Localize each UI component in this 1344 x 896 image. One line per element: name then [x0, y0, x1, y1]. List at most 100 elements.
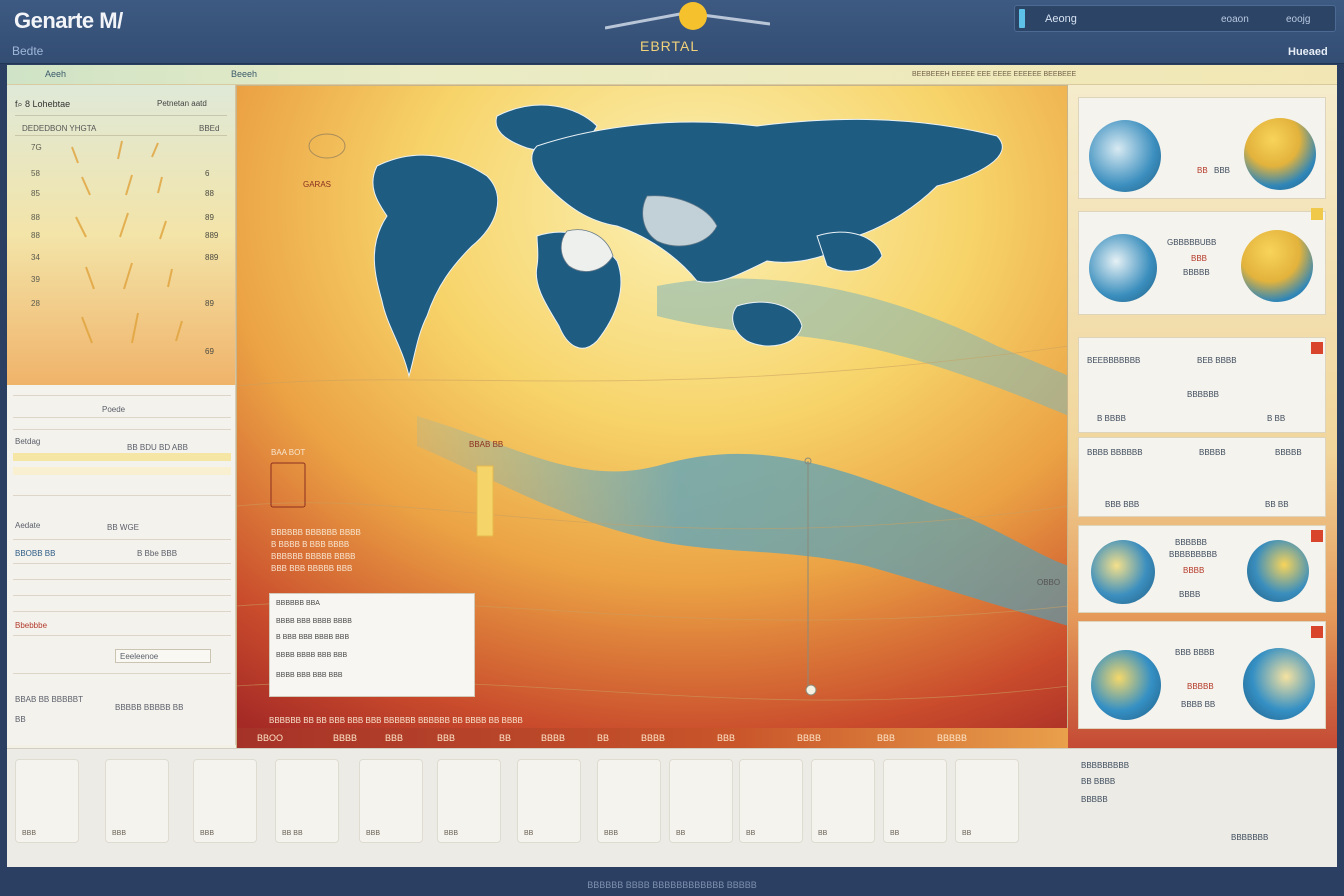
map-label-mid-center: BBAB BB: [469, 440, 504, 449]
mapbar-item[interactable]: BBBBB: [937, 733, 967, 743]
divider: [15, 115, 227, 116]
mapbar-item[interactable]: BBBB: [333, 733, 357, 743]
mapbar-item[interactable]: BBB: [437, 733, 455, 743]
search-label: Eeeleenoe: [120, 652, 159, 661]
thumbnail-label: BBB: [444, 830, 459, 837]
table-row-num: 88: [31, 213, 40, 222]
highlight-row[interactable]: [13, 453, 231, 461]
thumbnail-map[interactable]: BB: [883, 759, 947, 843]
globe-card[interactable]: GBBBBBUBB BBB BBBBB: [1078, 208, 1326, 315]
account-name[interactable]: Aeong: [1045, 13, 1077, 25]
left-controls: Poede Betdag BB BDU BD ABB Aedate BB WGE…: [7, 385, 236, 745]
globe-icon: [1244, 118, 1316, 190]
mapbar-item[interactable]: BBBB: [797, 733, 821, 743]
card-label: BEB BBBB: [1197, 356, 1237, 365]
card-label: BBB BBBB: [1175, 648, 1215, 657]
stats-card[interactable]: BBBB BBBBBB BBBBB BBBBB BBB BBB BB BB: [1078, 437, 1326, 517]
divider: [13, 611, 231, 612]
tab-bar: Aeeh Beeeh BEEBEEEH EEEEE EEE EEEE EEEEE…: [7, 65, 1337, 85]
thumbnail-map[interactable]: BB: [739, 759, 803, 843]
map-stats-row: BBBBBB BBBBB BBBB: [271, 552, 356, 561]
globe-card[interactable]: BBB BBBB BBBBB BBBB BB: [1078, 621, 1326, 729]
tab-links[interactable]: BEEBEEEH EEEEE EEE EEEE EEEEEE BEEBEEE: [912, 71, 1076, 78]
globe-icon: [1089, 234, 1157, 302]
divider: [13, 495, 231, 496]
mapbar-item[interactable]: BBOO: [257, 733, 283, 743]
footer-num: BB: [15, 715, 26, 724]
globe-icon: [1091, 540, 1155, 604]
stats-card[interactable]: BEEBBBBBBB BEB BBBB B BBBB BBBBBB B BB: [1078, 337, 1326, 433]
table-row-num: 88: [31, 231, 40, 240]
globe-icon: [1243, 648, 1315, 720]
mapbar-item[interactable]: BBBB: [541, 733, 565, 743]
card-label: B BB: [1267, 414, 1286, 423]
card-label: BBBB BB: [1181, 700, 1216, 709]
thumbnail-map[interactable]: BB: [669, 759, 733, 843]
center-title: EBRTAL: [640, 38, 700, 54]
globe-icon: [1241, 230, 1313, 302]
thumbnail-map[interactable]: BBB: [105, 759, 169, 843]
card-label: BBB BBB: [1105, 500, 1140, 509]
map-label-right: OBBO: [1037, 578, 1061, 587]
thumbnail-map[interactable]: BBB: [597, 759, 661, 843]
row-header-left: DEDEDBON YHGTA: [22, 124, 97, 133]
account-link-1[interactable]: eoaon: [1221, 14, 1249, 25]
thumbnail-map[interactable]: BB: [955, 759, 1019, 843]
map-stats-row: BBB BBB BBBBB BBB: [271, 564, 353, 573]
thumbnail-map[interactable]: BB: [517, 759, 581, 843]
tab-1[interactable]: Aeeh: [45, 69, 66, 79]
app-subtitle[interactable]: Bedte: [12, 44, 43, 58]
thumbnail-map[interactable]: BB: [811, 759, 875, 843]
card-label: BBBBB: [1187, 682, 1214, 691]
corner-label[interactable]: Hueaed: [1288, 46, 1328, 58]
card-label: BBB: [1214, 166, 1231, 175]
world-map[interactable]: GARAS BAA BOT BBAB BB BBBBBB BBBBBB BBBB…: [236, 85, 1068, 748]
footer-right: BBBBB BBBBB BB: [115, 703, 184, 712]
divider: [15, 135, 227, 136]
thumbnail-label: BB: [676, 830, 686, 837]
account-link-2[interactable]: eoojg: [1286, 14, 1310, 25]
mapbar-item[interactable]: BB: [597, 733, 609, 743]
red-row[interactable]: Bbebbbe: [15, 621, 47, 630]
thumbnail-map[interactable]: BB BB: [275, 759, 339, 843]
card-label: BBBBBB: [1175, 538, 1208, 547]
top-header: Genarte M/ Bedte EBRTAL Aeong eoaon eooj…: [0, 0, 1344, 64]
divider: [13, 635, 231, 636]
map-label-top-left: GARAS: [303, 180, 332, 189]
mapbar-item[interactable]: BBB: [717, 733, 735, 743]
app-window: Genarte M/ Bedte EBRTAL Aeong eoaon eooj…: [0, 0, 1344, 896]
map-stats-row: BBBBBB BBBBBB BBBB: [271, 528, 361, 537]
thumbnail-label: BBB: [604, 830, 619, 837]
globe-icon: [1089, 120, 1161, 192]
mapbar-item[interactable]: BB: [499, 733, 511, 743]
search-input[interactable]: Eeeleenoe: [115, 649, 211, 663]
left-panel-title-right: Petnetan aatd: [157, 99, 207, 108]
card-label: BBBBB: [1199, 448, 1226, 457]
thumbnail-map[interactable]: BBB: [15, 759, 79, 843]
account-box[interactable]: Aeong eoaon eoojg: [1014, 5, 1336, 32]
bookmark-icon[interactable]: [1311, 208, 1323, 220]
left-data-table: f⌕ 8 Lohebtae Petnetan aatd DEDEDBON YHG…: [7, 85, 236, 385]
globe-card[interactable]: BB BBB: [1078, 97, 1326, 199]
globe-card[interactable]: BBBBBB BBBBBBBBB BBBB BBBB: [1078, 525, 1326, 613]
card-label: GBBBBBUBB: [1167, 238, 1217, 247]
mapbar-item[interactable]: BBB: [877, 733, 895, 743]
thumbnail-map[interactable]: BBB: [193, 759, 257, 843]
thumbnail-map[interactable]: BBB: [359, 759, 423, 843]
filter-label[interactable]: Poede: [102, 405, 125, 414]
card-label: BBBB: [1183, 566, 1205, 575]
flag-icon[interactable]: [1311, 530, 1323, 542]
flag-icon[interactable]: [1311, 342, 1323, 354]
card-label: BBBBBBBBB: [1169, 550, 1218, 559]
flag-icon[interactable]: [1311, 626, 1323, 638]
legend-row: BBBB BBB BBBB BBBB: [276, 618, 352, 625]
divider: [13, 673, 231, 674]
table-row-num: 39: [31, 275, 40, 284]
mapbar-item[interactable]: BBBB: [641, 733, 665, 743]
thumbnail-map[interactable]: BBB: [437, 759, 501, 843]
tab-2[interactable]: Beeeh: [231, 69, 257, 79]
highlight-row[interactable]: [13, 467, 231, 475]
card-label: B BBBB: [1097, 414, 1126, 423]
mapbar-item[interactable]: BBB: [385, 733, 403, 743]
legend-title: BBBBBB BBA: [276, 600, 320, 607]
